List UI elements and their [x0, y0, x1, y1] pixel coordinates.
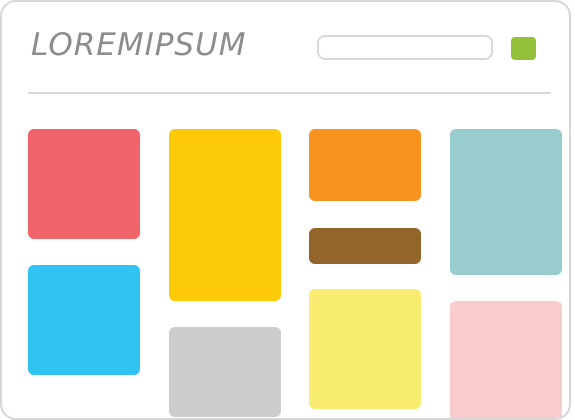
tile-orange[interactable] — [309, 129, 421, 201]
green-action-button[interactable] — [511, 37, 536, 60]
tile-light-yellow[interactable] — [309, 289, 421, 409]
tile-blue[interactable] — [28, 265, 140, 375]
tile-teal[interactable] — [450, 129, 562, 275]
search-input[interactable] — [317, 35, 493, 60]
tile-pink[interactable] — [450, 301, 562, 418]
header-divider — [28, 92, 551, 94]
tile-yellow[interactable] — [169, 129, 281, 301]
brand-logo-text: LOREMIPSUM — [31, 27, 247, 63]
tile-gray[interactable] — [169, 327, 281, 417]
browser-window: LOREMIPSUM — [0, 0, 571, 420]
tile-red[interactable] — [28, 129, 140, 239]
tile-brown[interactable] — [309, 228, 421, 264]
header: LOREMIPSUM — [2, 2, 569, 94]
